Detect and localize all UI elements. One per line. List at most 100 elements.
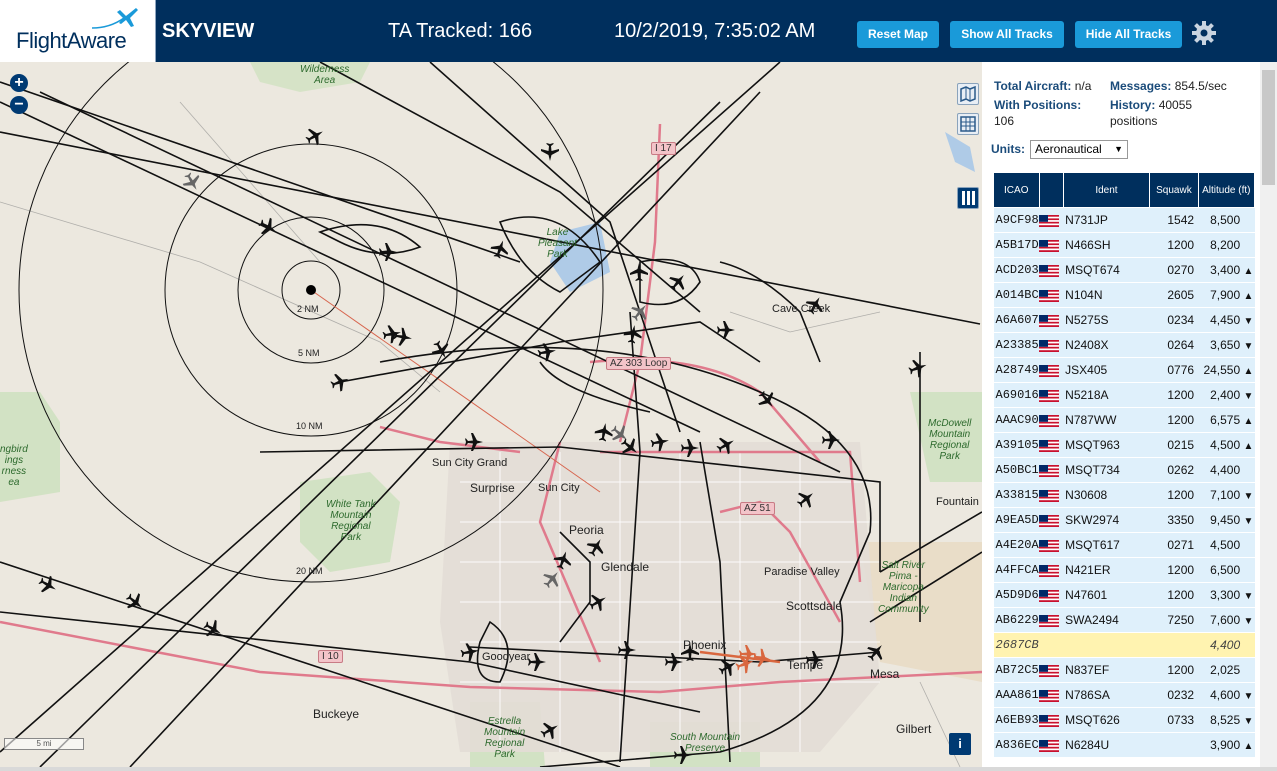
ident-cell: N5218A xyxy=(1063,382,1150,408)
column-header-flag[interactable] xyxy=(1038,172,1064,208)
bottom-scrollbar[interactable] xyxy=(0,767,1277,771)
hide-all-tracks-button[interactable]: Hide All Tracks xyxy=(1075,21,1182,48)
table-row[interactable]: A5D9D6 N47601 1200 3,300 ▼ xyxy=(993,582,1255,608)
us-flag-icon xyxy=(1039,739,1060,752)
show-all-tracks-button[interactable]: Show All Tracks xyxy=(950,21,1064,48)
total-aircraft-stat: Total Aircraft: n/a xyxy=(994,78,1114,94)
map-label-tempe: Tempe xyxy=(787,658,824,672)
icao-cell: A23385 xyxy=(993,332,1040,358)
messages-value: 854.5/sec xyxy=(1174,79,1227,93)
altitude-trend-icon: ▼ xyxy=(1243,616,1254,627)
column-header-squawk[interactable]: Squawk xyxy=(1149,172,1199,208)
icao-cell: A69016 xyxy=(993,382,1040,408)
zoom-in-button[interactable]: + xyxy=(10,74,28,92)
column-header-ident[interactable]: Ident xyxy=(1062,172,1151,208)
map-label-estrella: Estrella Mountain Regional Park xyxy=(484,716,526,760)
us-flag-icon xyxy=(1039,439,1060,452)
messages-stat: Messages: 854.5/sec xyxy=(1110,78,1260,94)
map-label-phoenix: Phoenix xyxy=(683,638,727,652)
altitude-value: 6,500 xyxy=(1210,563,1241,577)
map-scale-bar: 5 mi xyxy=(4,738,84,750)
altitude-value: 4,400 xyxy=(1210,463,1241,477)
ident-cell: SKW2974 xyxy=(1063,507,1150,533)
altitude-cell: 2,025 xyxy=(1198,657,1255,683)
with-positions-value: 106 xyxy=(994,114,1015,128)
column-header-icao[interactable]: ICAO xyxy=(993,172,1040,208)
panel-scrollbar-thumb[interactable] xyxy=(1262,70,1275,185)
info-button[interactable]: i xyxy=(949,733,971,755)
altitude-cell: 24,550 ▲ xyxy=(1198,357,1255,383)
table-row[interactable]: A39105 MSQT963 0215 4,500 ▲ xyxy=(993,432,1255,458)
units-value: Aeronautical xyxy=(1035,142,1102,156)
column-header-altitude[interactable]: Altitude (ft) xyxy=(1197,172,1256,208)
ident-cell: JSX405 xyxy=(1063,357,1150,383)
table-row[interactable]: AB72C5 N837EF 1200 2,025 xyxy=(993,657,1255,683)
squawk-cell: 1200 xyxy=(1149,382,1199,408)
table-row[interactable]: A9CF98 N731JP 1542 8,500 xyxy=(993,207,1255,233)
table-row[interactable]: 2687CB 4,400 xyxy=(993,632,1255,658)
squawk-cell: 0271 xyxy=(1149,532,1199,558)
table-row[interactable]: AAAC90 N787WW 1200 6,575 ▲ xyxy=(993,407,1255,433)
altitude-cell: 3,900 ▲ xyxy=(1198,732,1255,758)
highway-shield-az51: AZ 51 xyxy=(740,502,775,515)
gear-icon[interactable] xyxy=(1191,20,1217,46)
logo[interactable]: FlightAware xyxy=(0,0,156,62)
icao-cell: A28749 xyxy=(993,357,1040,383)
table-row[interactable]: A4E20A MSQT617 0271 4,500 xyxy=(993,532,1255,558)
us-flag-icon xyxy=(1039,489,1060,502)
table-row[interactable]: ACD203 MSQT674 0270 3,400 ▲ xyxy=(993,257,1255,283)
map-view[interactable]: Wilderness Area Lake Pleasant Park 2 NM 5 N… xyxy=(0,62,982,767)
altitude-cell: 7,600 ▼ xyxy=(1198,607,1255,633)
us-flag-icon xyxy=(1039,514,1060,527)
grid-overlay-button[interactable] xyxy=(957,113,979,135)
chevron-down-icon: ▼ xyxy=(1114,144,1123,154)
table-row[interactable]: A836EC N6284U 3,900 ▲ xyxy=(993,732,1255,758)
altitude-trend-icon: ▲ xyxy=(1243,366,1254,377)
ident-cell: N466SH xyxy=(1063,232,1150,258)
altitude-trend-icon: ▼ xyxy=(1243,391,1254,402)
map-icon xyxy=(960,85,976,103)
reset-map-button[interactable]: Reset Map xyxy=(857,21,939,48)
us-flag-icon xyxy=(1039,689,1060,702)
map-layers-button[interactable] xyxy=(957,83,979,105)
table-row[interactable]: AAA861 N786SA 0232 4,600 ▼ xyxy=(993,682,1255,708)
table-row[interactable]: A4FFCA N421ER 1200 6,500 xyxy=(993,557,1255,583)
altitude-trend-icon: ▼ xyxy=(1243,516,1254,527)
map-label-surprise: Surprise xyxy=(470,481,515,495)
table-row[interactable]: A5B17D N466SH 1200 8,200 xyxy=(993,232,1255,258)
altitude-value: 4,600 xyxy=(1210,688,1241,702)
range-ring-label-20nm: 20 NM xyxy=(296,566,323,576)
table-row[interactable]: A33815 N30608 1200 7,100 ▼ xyxy=(993,482,1255,508)
map-label-south-mountain: South Mountain Preserve xyxy=(670,732,741,754)
flag-cell xyxy=(1039,732,1064,758)
zoom-out-button[interactable]: − xyxy=(10,96,28,114)
squawk-cell: 0733 xyxy=(1149,707,1199,733)
table-row[interactable]: A9EA5D SKW2974 3350 9,450 ▼ xyxy=(993,507,1255,533)
table-row[interactable]: A69016 N5218A 1200 2,400 ▼ xyxy=(993,382,1255,408)
columns-toggle-button[interactable] xyxy=(957,187,979,209)
ident-cell: SWA2494 xyxy=(1063,607,1150,633)
flag-cell xyxy=(1039,332,1064,358)
icao-cell: AB72C5 xyxy=(993,657,1040,683)
map-label-glendale: Glendale xyxy=(601,560,650,574)
table-row[interactable]: A28749 JSX405 0776 24,550 ▲ xyxy=(993,357,1255,383)
range-ring-label-5nm: 5 NM xyxy=(298,348,320,358)
icao-cell: A5D9D6 xyxy=(993,582,1040,608)
table-row[interactable]: A014BC N104N 2605 7,900 ▲ xyxy=(993,282,1255,308)
flag-cell xyxy=(1039,532,1064,558)
squawk-cell: 7250 xyxy=(1149,607,1199,633)
altitude-trend-icon: ▲ xyxy=(1243,416,1254,427)
flag-cell xyxy=(1039,232,1064,258)
table-row[interactable]: A23385 N2408X 0264 3,650 ▼ xyxy=(993,332,1255,358)
table-row[interactable]: A6A607 N5275S 0234 4,450 ▼ xyxy=(993,307,1255,333)
us-flag-icon xyxy=(1039,464,1060,477)
flag-cell xyxy=(1039,657,1064,683)
squawk-cell: 0264 xyxy=(1149,332,1199,358)
table-row[interactable]: A6EB93 MSQT626 0733 8,525 ▼ xyxy=(993,707,1255,733)
table-row[interactable]: A50BC1 MSQT734 0262 4,400 xyxy=(993,457,1255,483)
map-label-left-edge: ngbird ings rness ea xyxy=(0,444,28,488)
squawk-cell: 1200 xyxy=(1149,657,1199,683)
units-select[interactable]: Aeronautical ▼ xyxy=(1030,140,1128,159)
icao-cell: A50BC1 xyxy=(993,457,1040,483)
table-row[interactable]: AB6229 SWA2494 7250 7,600 ▼ xyxy=(993,607,1255,633)
